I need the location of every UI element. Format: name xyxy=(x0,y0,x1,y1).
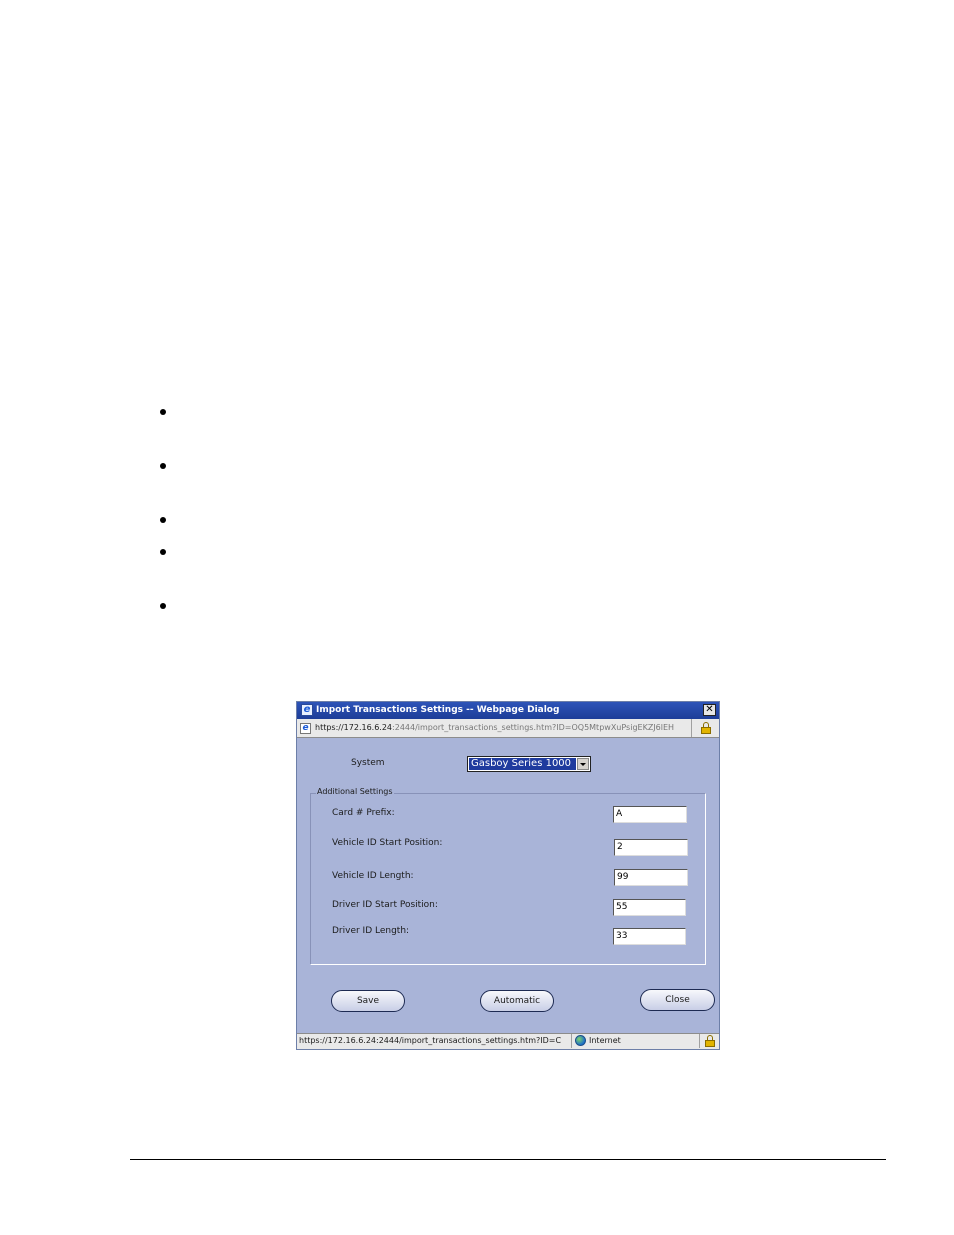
list-bullet xyxy=(160,463,166,469)
lock-icon xyxy=(704,1035,716,1047)
page-icon: e xyxy=(300,723,311,734)
dialog-titlebar: e Import Transactions Settings -- Webpag… xyxy=(297,702,719,719)
vehicle-id-start-label: Vehicle ID Start Position: xyxy=(332,838,443,848)
driver-id-start-label: Driver ID Start Position: xyxy=(332,900,438,910)
status-bar: https://172.16.6.24:2444/import_transact… xyxy=(297,1033,719,1049)
footer-divider xyxy=(130,1159,886,1160)
card-prefix-label: Card # Prefix: xyxy=(332,808,395,818)
status-lock xyxy=(699,1034,719,1048)
driver-id-start-input[interactable]: 55 xyxy=(613,899,686,916)
system-select[interactable]: Gasboy Series 1000 xyxy=(467,756,591,772)
address-url: https://172.16.6.24:2444/import_transact… xyxy=(315,723,675,732)
vehicle-id-length-input[interactable]: 99 xyxy=(614,869,688,886)
dialog-title: Import Transactions Settings -- Webpage … xyxy=(316,705,560,715)
additional-settings-legend: Additional Settings xyxy=(316,787,394,796)
security-zone: Internet xyxy=(571,1034,697,1048)
security-indicator[interactable] xyxy=(691,719,719,737)
list-bullet xyxy=(160,517,166,523)
list-bullet xyxy=(160,409,166,415)
lock-icon xyxy=(700,722,712,734)
card-prefix-input[interactable]: A xyxy=(613,806,687,823)
close-icon[interactable]: ✕ xyxy=(703,704,716,716)
vehicle-id-start-input[interactable]: 2 xyxy=(614,839,688,856)
automatic-button[interactable]: Automatic xyxy=(480,990,554,1012)
close-button[interactable]: Close xyxy=(640,989,715,1011)
system-label: System xyxy=(351,758,385,768)
globe-icon xyxy=(575,1035,586,1046)
zone-label: Internet xyxy=(589,1036,621,1045)
status-url: https://172.16.6.24:2444/import_transact… xyxy=(299,1036,562,1045)
driver-id-length-input[interactable]: 33 xyxy=(613,928,686,945)
list-bullet xyxy=(160,549,166,555)
ie-icon: e xyxy=(301,704,313,716)
system-select-value: Gasboy Series 1000 xyxy=(469,758,576,770)
address-bar: e https://172.16.6.24:2444/import_transa… xyxy=(297,719,719,738)
webpage-dialog: e Import Transactions Settings -- Webpag… xyxy=(296,701,720,1050)
chevron-down-icon[interactable] xyxy=(577,758,589,770)
save-button[interactable]: Save xyxy=(331,990,405,1012)
driver-id-length-label: Driver ID Length: xyxy=(332,926,410,936)
list-bullet xyxy=(160,603,166,609)
vehicle-id-length-label: Vehicle ID Length: xyxy=(332,871,414,881)
